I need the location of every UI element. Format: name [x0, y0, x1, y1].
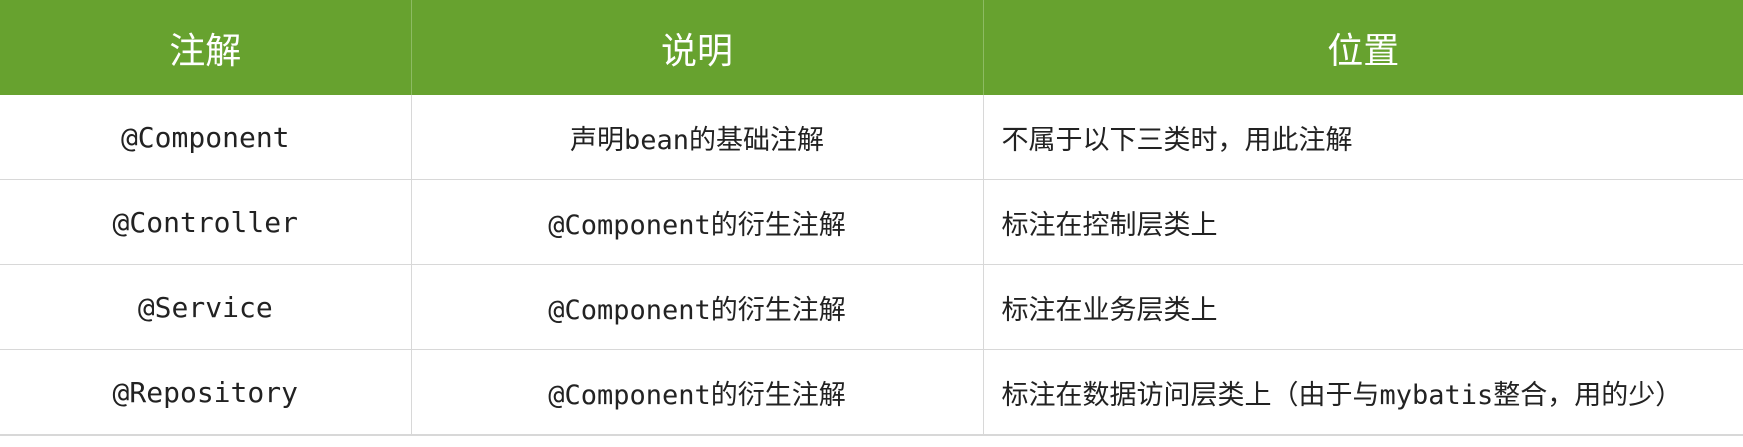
position-cell: 不属于以下三类时，用此注解 — [983, 95, 1743, 180]
position-cell: 标注在控制层类上 — [983, 179, 1743, 265]
annotation-cell: @Controller — [0, 179, 412, 265]
header-position: 位置 — [983, 0, 1743, 95]
position-cell: 标注在业务层类上 — [983, 264, 1743, 350]
position-cell: 标注在数据访问层类上（由于与mybatis整合，用的少） — [983, 349, 1743, 436]
table-row: @Controller @Component的衍生注解 标注在控制层类上 — [0, 179, 1743, 265]
annotation-cell: @Service — [0, 264, 412, 350]
description-cell: @Component的衍生注解 — [411, 349, 984, 436]
description-cell: @Component的衍生注解 — [411, 264, 984, 350]
annotation-cell: @Repository — [0, 349, 412, 436]
header-row: 注解 说明 位置 — [0, 0, 1743, 95]
description-cell: @Component的衍生注解 — [411, 179, 984, 265]
table-row: @Repository @Component的衍生注解 标注在数据访问层类上（由… — [0, 349, 1743, 436]
table-row: @Component 声明bean的基础注解 不属于以下三类时，用此注解 — [0, 95, 1743, 180]
table-body: @Component 声明bean的基础注解 不属于以下三类时，用此注解 @Co… — [0, 95, 1743, 436]
header-description: 说明 — [411, 0, 984, 95]
table-row: @Service @Component的衍生注解 标注在业务层类上 — [0, 264, 1743, 350]
table-header: 注解 说明 位置 — [0, 0, 1743, 95]
annotation-cell: @Component — [0, 95, 412, 180]
annotation-table-container: 注解 说明 位置 @Component 声明bean的基础注解 不属于以下三类时… — [0, 0, 1743, 436]
annotation-table: 注解 说明 位置 @Component 声明bean的基础注解 不属于以下三类时… — [0, 0, 1743, 436]
description-cell: 声明bean的基础注解 — [411, 95, 984, 180]
header-annotation: 注解 — [0, 0, 412, 95]
